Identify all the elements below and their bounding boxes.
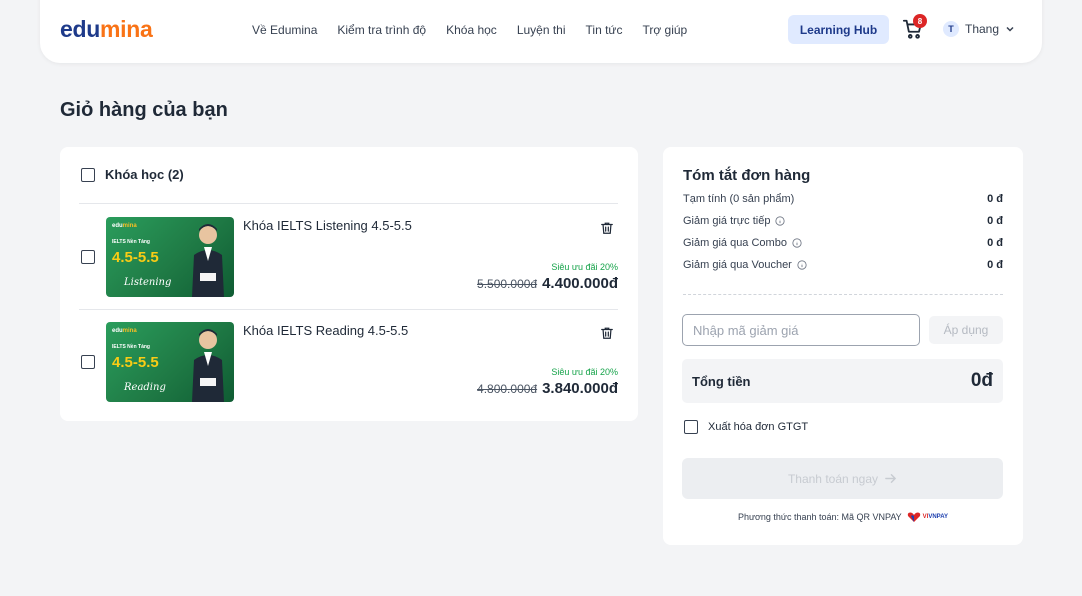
price-group: 5.500.000đ 4.400.000đ [477,275,618,292]
user-menu[interactable]: T Thang [943,21,1015,37]
instructor-illustration-icon [192,329,224,402]
select-all-checkbox[interactable] [81,167,95,182]
user-name: Thang [965,22,1000,36]
pay-now-button[interactable]: Thanh toán ngay [682,458,1003,499]
cart-item: edumina IELTS Nền Tảng 4.5-5.5 Listening… [79,204,618,299]
top-header: edumina Về Edumina Kiểm tra trình độ Khó… [40,0,1042,63]
order-summary: Tóm tắt đơn hàng Tạm tính (0 sản phẩm) 0… [663,147,1023,545]
direct-discount-row: Giảm giá trực tiếp 0 đ [683,215,1003,227]
select-all-label: Khóa học (2) [105,167,184,182]
nav-item-news[interactable]: Tin tức [586,23,623,37]
apply-coupon-button[interactable]: Áp dụng [929,316,1003,344]
course-thumbnail[interactable]: edumina IELTS Nền Tảng 4.5-5.5 Reading [106,322,234,402]
nav-item-level-test[interactable]: Kiểm tra trình độ [337,23,426,37]
nav-item-help[interactable]: Trợ giúp [642,23,687,37]
vnpay-logo: VIVNPAY [907,512,948,522]
new-price: 4.400.000đ [542,275,618,292]
total-value: 0đ [970,370,993,391]
cart-count-badge: 8 [913,14,927,28]
promo-label: Siêu ưu đãi 20% [551,262,618,272]
total-box: Tổng tiền 0đ [682,359,1003,403]
avatar: T [943,21,959,37]
nav-item-about[interactable]: Về Edumina [252,23,317,37]
old-price: 4.800.000đ [477,382,538,396]
trash-icon[interactable] [600,221,614,235]
vnpay-heart-icon [907,512,920,522]
trash-icon[interactable] [600,326,614,340]
vat-invoice-option[interactable]: Xuất hóa đơn GTGT [684,420,808,434]
nav-item-exam-prep[interactable]: Luyện thi [517,23,566,37]
cart-item: edumina IELTS Nền Tảng 4.5-5.5 Reading K… [79,309,618,404]
item-checkbox[interactable] [81,250,95,264]
coupon-input[interactable] [682,314,920,346]
vat-checkbox[interactable] [684,420,698,434]
subtotal-row: Tạm tính (0 sản phẩm) 0 đ [683,193,1003,205]
new-price: 3.840.000đ [542,380,618,397]
cart-card: Khóa học (2) edumina IELTS Nền Tảng 4.5-… [60,147,638,421]
info-icon[interactable] [775,216,786,226]
combo-discount-row: Giảm giá qua Combo 0 đ [683,237,1003,249]
voucher-discount-row: Giảm giá qua Voucher 0 đ [683,259,1003,271]
course-title[interactable]: Khóa IELTS Listening 4.5-5.5 [243,218,412,233]
main-nav: Về Edumina Kiểm tra trình độ Khóa học Lu… [252,23,687,37]
vat-label: Xuất hóa đơn GTGT [708,421,809,433]
chevron-down-icon [1006,26,1014,32]
nav-item-courses[interactable]: Khóa học [446,23,497,37]
edumina-logo[interactable]: edumina [60,16,153,43]
info-icon[interactable] [797,260,807,270]
learning-hub-button[interactable]: Learning Hub [788,15,889,44]
select-all[interactable]: Khóa học (2) [81,167,184,182]
summary-title: Tóm tắt đơn hàng [683,167,811,184]
course-thumbnail[interactable]: edumina IELTS Nền Tảng 4.5-5.5 Listening [106,217,234,297]
payment-method: Phương thức thanh toán: Mã QR VNPAY VIVN… [737,512,949,522]
total-label: Tổng tiền [692,373,751,389]
arrow-right-icon [885,474,897,483]
promo-label: Siêu ưu đãi 20% [551,367,618,377]
price-group: 4.800.000đ 3.840.000đ [477,380,618,397]
info-icon[interactable] [792,238,802,248]
item-checkbox[interactable] [81,355,95,369]
page-title: Giỏ hàng của bạn [60,99,228,121]
instructor-illustration-icon [192,224,224,297]
old-price: 5.500.000đ [477,277,538,291]
course-title[interactable]: Khóa IELTS Reading 4.5-5.5 [243,323,408,338]
dashed-divider [683,294,1003,295]
